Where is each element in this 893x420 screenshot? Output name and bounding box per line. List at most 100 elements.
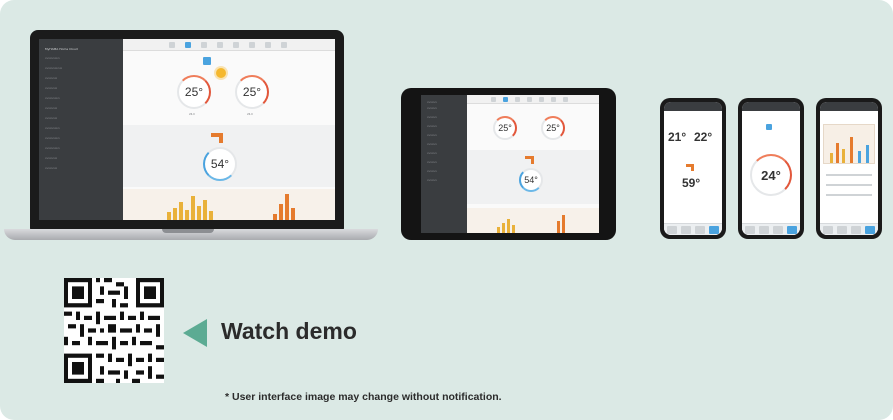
watch-demo-link[interactable]: Watch demo [221,318,357,345]
chart-bar [562,215,565,233]
sidebar-item[interactable]: ▭▭▭▭▭ [39,77,123,87]
sidebar-item[interactable]: ▭▭▭▭▭▭▭ [39,67,123,77]
qr-code-icon[interactable] [64,278,164,383]
zone2-dial[interactable]: 25° [541,116,565,140]
sidebar-item[interactable]: ▭▭▭▭▭ [39,87,123,97]
sidebar-item[interactable]: ▭▭▭▭ [421,143,467,152]
sidebar-item[interactable]: ▭▭▭▭▭ [39,107,123,117]
toolbar-icon[interactable] [217,42,223,48]
toolbar-icon[interactable] [169,42,175,48]
sidebar-item[interactable]: ▭▭▭▭▭▭ [39,127,123,137]
toolbar-icon-active[interactable] [503,97,508,102]
chart-bar [866,145,869,163]
toolbar-icon[interactable] [281,42,287,48]
mode-icon[interactable] [766,124,772,130]
sidebar-item[interactable]: ▭▭▭▭ [421,179,467,188]
chart-bar [191,196,195,220]
app-main: 25° 25° 54° [467,104,599,233]
zone1-temp: 25° [498,123,512,133]
sidebar-item[interactable]: ▭▭▭▭ [421,152,467,161]
app-sidebar: ▭▭▭▭ ▭▭▭▭ ▭▭▭▭ ▭▭▭▭ ▭▭▭▭ ▭▭▭▭ ▭▭▭▭ ▭▭▭▭ … [421,95,467,233]
play-triangle-icon[interactable] [183,319,207,347]
phone-tabbar [742,223,800,235]
tab-button[interactable] [773,226,783,234]
zone1-temp: 25° [184,85,204,99]
sidebar-item[interactable]: ▭▭▭▭ [421,116,467,125]
tap-icon-spout [531,159,534,164]
water-dial[interactable]: 54° [519,168,543,192]
energy-chart [467,208,599,233]
chart-bar [502,223,505,233]
zone1-sub: 26.0 [189,113,195,116]
chart-bar [203,200,207,220]
divider [826,194,872,196]
tab-button[interactable] [851,226,861,234]
tab-button[interactable] [745,226,755,234]
sun-icon [216,68,226,78]
phone-tabbar [820,223,878,235]
chart-bar [279,204,283,220]
sidebar-item[interactable]: ▭▭▭▭ [421,125,467,134]
qr-code-graphic [64,278,164,383]
sidebar-item[interactable]: ▭▭▭▭▭ [39,157,123,167]
tab-button-active[interactable] [787,226,797,234]
water-section: 54° [123,125,335,187]
zone2-dial[interactable]: 25° [235,75,269,109]
app-toolbar [467,95,599,104]
chart-bar [557,221,560,233]
toolbar-icon[interactable] [201,42,207,48]
chart-bar [512,225,515,233]
chart-bar [167,212,171,220]
sidebar-item[interactable]: ▭▭▭▭ [421,161,467,170]
water-temp: 54° [210,157,230,171]
toolbar-icon[interactable] [539,97,544,102]
sidebar-item[interactable]: ▭▭▭▭ [421,107,467,116]
zone2-temp: 25° [546,123,560,133]
zone1-dial[interactable]: 25° [177,75,211,109]
sidebar-item[interactable]: ▭▭▭▭▭ [39,117,123,127]
tab-button[interactable] [823,226,833,234]
sidebar-item[interactable]: ▭▭▭▭▭ [39,167,123,177]
toolbar-icon[interactable] [491,97,496,102]
toolbar-icon[interactable] [233,42,239,48]
phone-header [742,102,800,111]
chart-bar [507,219,510,233]
temp-dial[interactable]: 24° [750,154,792,196]
laptop-notch [162,229,214,233]
toolbar-icon[interactable] [551,97,556,102]
water-dial[interactable]: 54° [203,147,237,181]
toolbar-icon[interactable] [515,97,520,102]
chart-bar [836,143,839,163]
zone1-dial[interactable]: 25° [493,116,517,140]
tab-button[interactable] [759,226,769,234]
tab-button[interactable] [681,226,691,234]
toolbar-icon[interactable] [527,97,532,102]
sidebar-item[interactable]: ▭▭▭▭▭▭ [39,147,123,157]
toolbar-icon[interactable] [265,42,271,48]
tab-button[interactable] [837,226,847,234]
sidebar-item[interactable]: ▭▭▭▭▭▭ [39,97,123,107]
energy-chart [823,124,875,164]
chart-bar [291,208,295,220]
zone2-temp: 25° [242,85,262,99]
tab-button[interactable] [695,226,705,234]
tablet-screen: ▭▭▭▭ ▭▭▭▭ ▭▭▭▭ ▭▭▭▭ ▭▭▭▭ ▭▭▭▭ ▭▭▭▭ ▭▭▭▭ … [421,95,599,233]
water-temp: 59° [682,176,701,190]
sidebar-item[interactable]: ▭▭▭▭ [421,95,467,107]
zone1-temp: 21° [668,130,687,144]
toolbar-icon[interactable] [249,42,255,48]
chart-bar [858,151,861,163]
tab-button[interactable] [667,226,677,234]
laptop-screen: MyHAMA Home Cloud ▭▭▭▭▭▭ ▭▭▭▭▭▭▭ ▭▭▭▭▭ ▭… [39,39,335,220]
mode-icon[interactable] [203,57,211,65]
sidebar-item[interactable]: ▭▭▭▭ [421,134,467,143]
sidebar-item[interactable]: ▭▭▭▭ [421,170,467,179]
sidebar-item[interactable]: ▭▭▭▭▭▭ [39,137,123,147]
toolbar-icon[interactable] [563,97,568,102]
phone-header [664,102,722,111]
sidebar-item[interactable]: ▭▭▭▭▭▭ [39,57,123,67]
tab-button-active[interactable] [709,226,719,234]
toolbar-icon-active[interactable] [185,42,191,48]
tab-button-active[interactable] [865,226,875,234]
phone-tabbar [664,223,722,235]
